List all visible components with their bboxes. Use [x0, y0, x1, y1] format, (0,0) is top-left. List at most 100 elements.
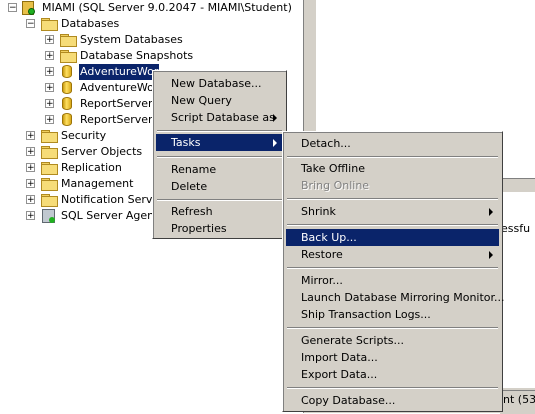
menu-item-properties[interactable]: Properties: [156, 220, 283, 237]
menu-item-label: Tasks: [171, 136, 201, 149]
menu-item-launch-mirroring-monitor[interactable]: Launch Database Mirroring Monitor...: [286, 289, 505, 306]
menu-item-label: Copy Database...: [301, 394, 396, 407]
expand-icon[interactable]: +: [45, 99, 54, 109]
menu-separator: [157, 199, 282, 201]
collapse-icon[interactable]: −: [8, 3, 17, 13]
menu-item-new-query[interactable]: New Query: [156, 92, 283, 109]
menu-item-restore[interactable]: Restore: [286, 246, 499, 263]
menu-item-label: Refresh: [171, 205, 213, 218]
menu-item-label: Script Database as: [171, 111, 275, 124]
menu-item-label: New Query: [171, 94, 232, 107]
expand-icon[interactable]: +: [45, 35, 54, 45]
menu-item-label: Launch Database Mirroring Monitor...: [301, 291, 505, 304]
menu-item-delete[interactable]: Delete: [156, 178, 283, 195]
expand-icon[interactable]: +: [45, 83, 54, 93]
server-label: MIAMI (SQL Server 9.0.2047 - MIAMI\Stude…: [42, 1, 292, 14]
tree-label: Database Snapshots: [80, 49, 194, 62]
messages-text: essfu: [501, 222, 531, 235]
menu-item-generate-scripts[interactable]: Generate Scripts...: [286, 332, 499, 349]
menu-separator: [157, 156, 282, 158]
menu-separator: [287, 156, 498, 158]
menu-item-export-data[interactable]: Export Data...: [286, 366, 499, 383]
menu-separator: [287, 387, 498, 389]
tree-label: Replication: [61, 161, 122, 174]
database-icon: [62, 97, 72, 110]
agent-status-icon: [49, 217, 55, 223]
menu-item-label: Shrink: [301, 205, 336, 218]
menu-item-label: Ship Transaction Logs...: [301, 308, 431, 321]
expand-icon[interactable]: +: [45, 115, 54, 125]
submenu-arrow-icon: [273, 139, 277, 147]
menu-item-label: Delete: [171, 180, 208, 193]
menu-item-back-up[interactable]: Back Up...: [286, 229, 499, 246]
menu-item-detach[interactable]: Detach...: [286, 135, 499, 152]
folder-icon: [41, 162, 58, 175]
menu-item-new-database[interactable]: New Database...: [156, 75, 283, 92]
menu-item-label: Detach...: [301, 137, 351, 150]
menu-separator: [287, 267, 498, 269]
submenu-arrow-icon: [273, 114, 277, 122]
submenu-arrow-icon: [489, 251, 493, 259]
expand-icon[interactable]: +: [26, 147, 35, 157]
server-status-icon: [28, 8, 35, 15]
database-icon: [62, 113, 72, 126]
menu-item-label: Export Data...: [301, 368, 378, 381]
menu-item-label: Back Up...: [301, 231, 357, 244]
tree-label: System Databases: [80, 33, 183, 46]
menu-item-label: Import Data...: [301, 351, 378, 364]
menu-item-label: Mirror...: [301, 274, 343, 287]
folder-icon: [41, 178, 58, 191]
tree-label: Security: [61, 129, 107, 142]
database-icon: [62, 81, 72, 94]
database-context-menu: New Database... New Query Script Databas…: [152, 70, 287, 239]
menu-item-mirror[interactable]: Mirror...: [286, 272, 499, 289]
menu-item-rename[interactable]: Rename: [156, 161, 283, 178]
expand-icon[interactable]: +: [45, 51, 54, 61]
expand-icon[interactable]: +: [45, 67, 54, 77]
menu-item-label: Restore: [301, 248, 343, 261]
menu-separator: [287, 224, 498, 226]
submenu-arrow-icon: [489, 208, 493, 216]
menu-item-label: Rename: [171, 163, 217, 176]
menu-separator: [157, 130, 282, 132]
expand-icon[interactable]: +: [26, 179, 35, 189]
expand-icon[interactable]: +: [26, 195, 35, 205]
tree-label: ReportServer: [80, 97, 153, 110]
menu-item-label: Generate Scripts...: [301, 334, 404, 347]
menu-item-shrink[interactable]: Shrink: [286, 203, 499, 220]
menu-separator: [287, 327, 498, 329]
menu-item-refresh[interactable]: Refresh: [156, 203, 283, 220]
folder-icon: [41, 18, 58, 31]
menu-item-label: Bring Online: [301, 179, 370, 192]
expand-icon[interactable]: +: [26, 163, 35, 173]
menu-item-label: Properties: [171, 222, 227, 235]
folder-icon: [41, 130, 58, 143]
tree-label: SQL Server Agent: [61, 209, 159, 222]
menu-item-ship-transaction-logs[interactable]: Ship Transaction Logs...: [286, 306, 499, 323]
tasks-submenu: Detach... Take Offline Bring Online Shri…: [282, 131, 505, 412]
folder-icon: [41, 146, 58, 159]
menu-separator: [287, 198, 498, 200]
menu-item-copy-database[interactable]: Copy Database...: [286, 392, 499, 409]
tree-label: Management: [61, 177, 134, 190]
menu-item-label: New Database...: [171, 77, 262, 90]
tree-label: AdventureWor: [80, 81, 159, 94]
status-text: nt (53): [503, 393, 535, 406]
expand-icon[interactable]: +: [26, 131, 35, 141]
menu-item-script-database-as[interactable]: Script Database as: [156, 109, 283, 126]
folder-icon: [60, 34, 77, 47]
menu-item-label: Take Offline: [301, 162, 365, 175]
tree-label: AdventureWor: [77, 63, 161, 81]
menu-item-bring-online: Bring Online: [286, 177, 499, 194]
menu-item-import-data[interactable]: Import Data...: [286, 349, 499, 366]
collapse-icon[interactable]: −: [26, 19, 35, 29]
results-tab-bar: [500, 178, 535, 191]
tree-label: Databases: [61, 17, 120, 30]
folder-icon: [41, 194, 58, 207]
tree-label: ReportServerT: [80, 113, 160, 126]
menu-item-tasks[interactable]: Tasks: [156, 134, 283, 151]
tree-label: Server Objects: [61, 145, 143, 158]
menu-item-take-offline[interactable]: Take Offline: [286, 160, 499, 177]
folder-icon: [60, 50, 77, 63]
expand-icon[interactable]: +: [26, 211, 35, 221]
